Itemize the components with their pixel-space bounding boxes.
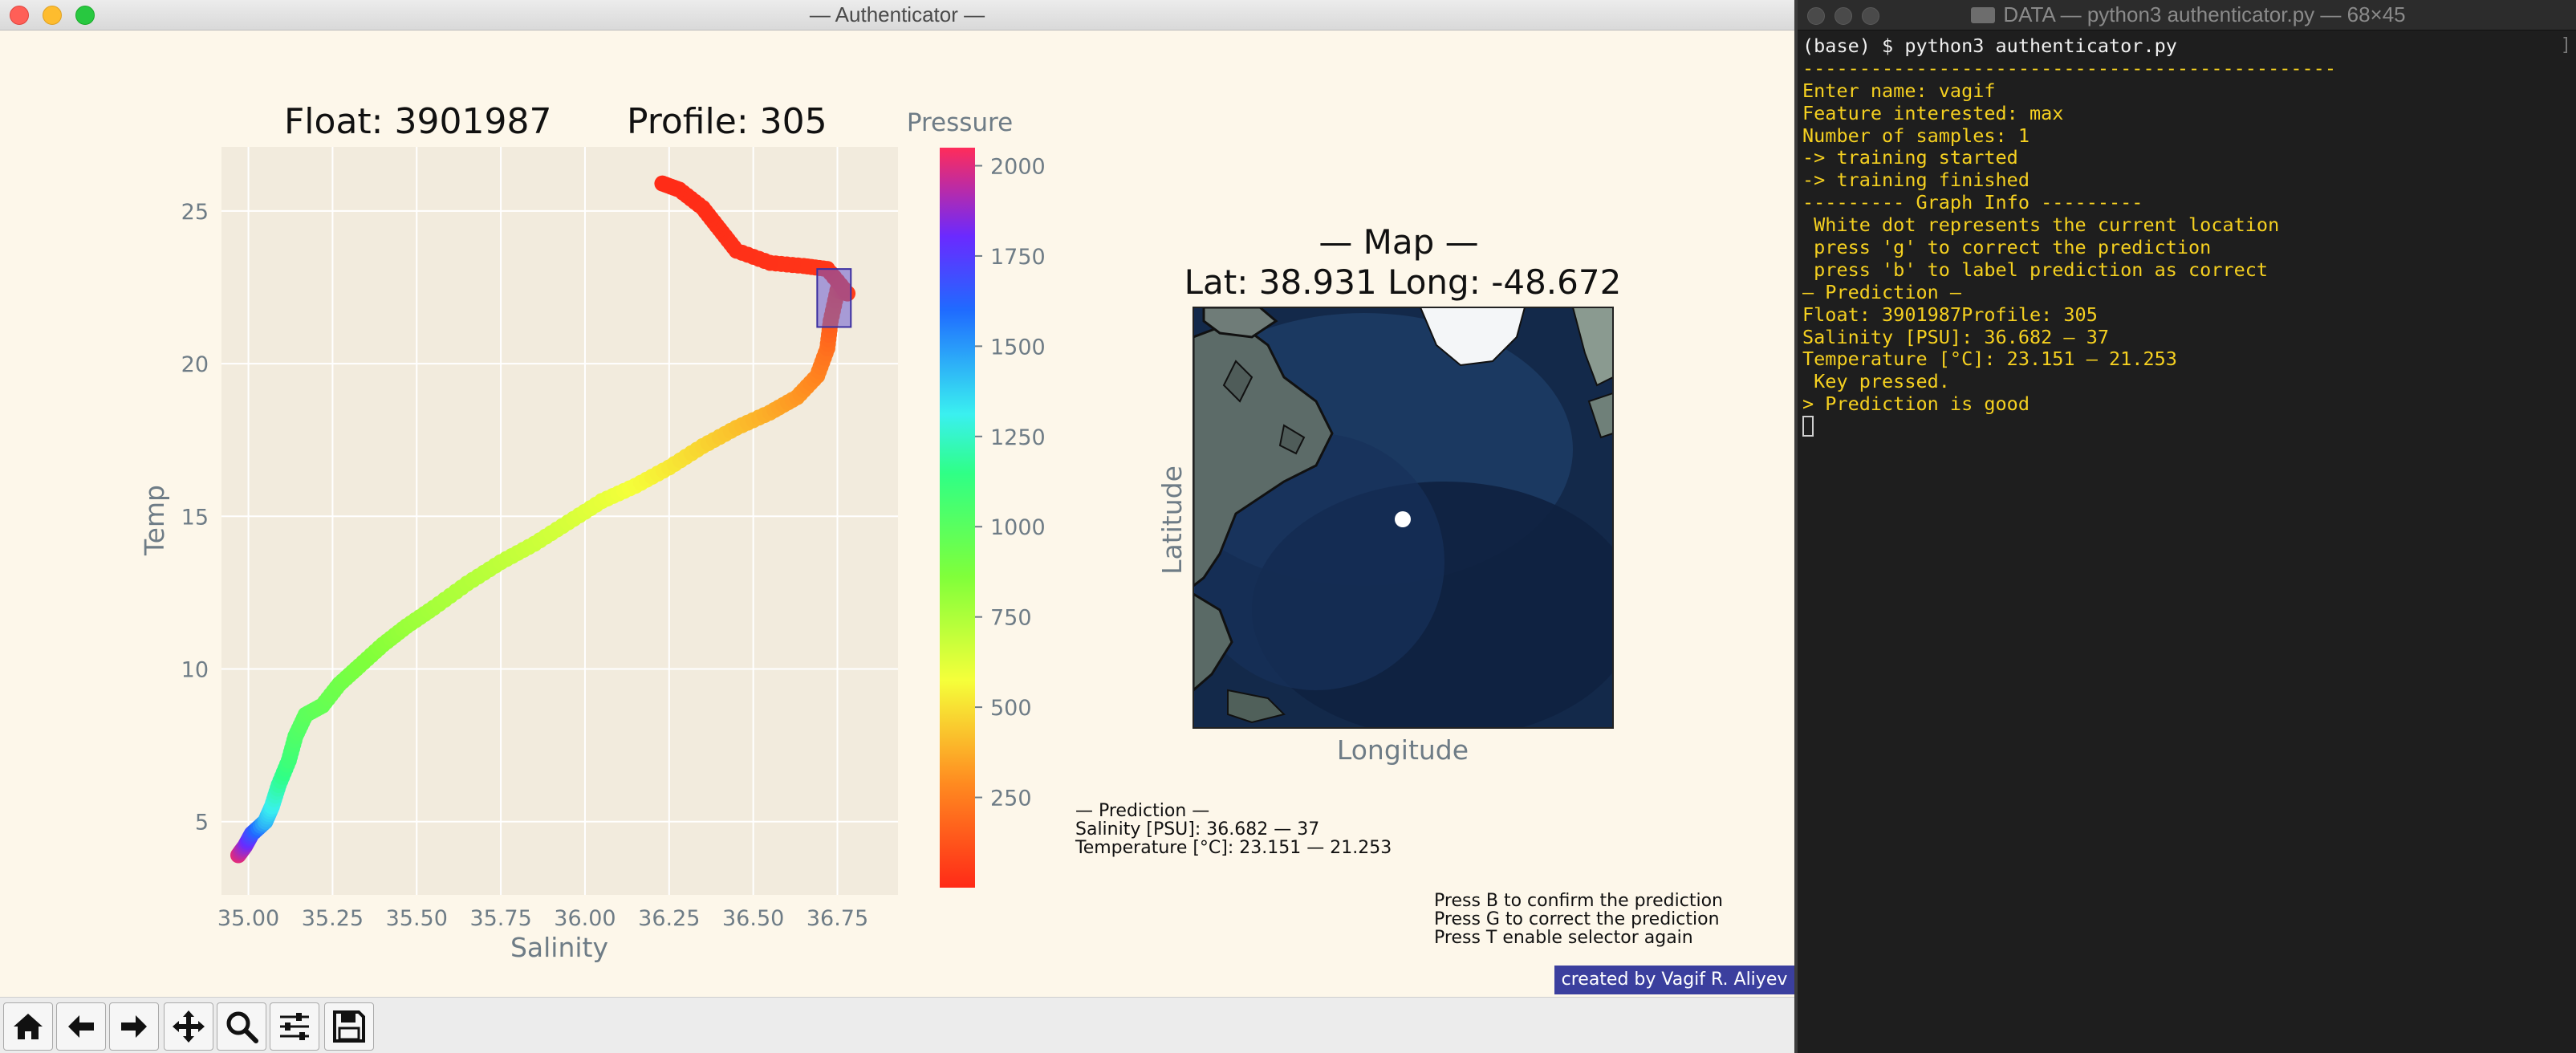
- colorbar-gradient: [940, 148, 975, 888]
- x-tick-labels: 35.00 35.25 35.50 35.75 36.00 36.25 36.50 36.75: [217, 906, 868, 931]
- colorbar-tick-label: 1000: [990, 515, 1046, 540]
- terminal-cursor: [1802, 416, 1814, 437]
- matplotlib-window: — Authenticator — 35.00 35.25 35.50 35.7…: [0, 0, 1794, 1053]
- credit-badge: created by Vagif R. Aliyev: [1554, 966, 1794, 994]
- forward-arrow-icon: [121, 1015, 147, 1038]
- y-tick-label: 10: [181, 657, 209, 682]
- prediction-heading: — Prediction —: [1075, 801, 1209, 821]
- terminal-line: --------- Graph Info ---------: [1802, 192, 2143, 214]
- plot-title-float: Float: 3901987: [284, 101, 551, 142]
- terminal-line: Feature interested: max: [1802, 102, 2064, 124]
- scatter-axes: 35.00 35.25 35.50 35.75 36.00 36.25 36.50 36.75…: [139, 101, 898, 963]
- terminal-cursor-line: [1802, 416, 2568, 438]
- colorbar-tick-label: 2000: [990, 154, 1046, 179]
- terminal-titlebar: DATA — python3 authenticator.py — 68×45: [1798, 0, 2576, 30]
- back-arrow-icon: [68, 1015, 94, 1038]
- x-tick-label: 35.00: [217, 906, 279, 931]
- navigation-toolbar: [0, 997, 1794, 1053]
- x-tick-label: 35.25: [302, 906, 364, 931]
- terminal-line: -> training started: [1802, 147, 2018, 169]
- selection-rectangle[interactable]: [816, 268, 852, 328]
- terminal-line: -> training finished: [1802, 169, 2030, 192]
- x-tick-label: 35.75: [469, 906, 531, 931]
- terminal-line: — Prediction —: [1802, 281, 1962, 303]
- zoom-icon: [226, 1011, 258, 1043]
- window-title: — Authenticator —: [809, 2, 985, 26]
- terminal-line: Key pressed.: [1802, 371, 1950, 393]
- colorbar-tick-label: 750: [990, 606, 1032, 631]
- y-tick-label: 5: [195, 811, 209, 835]
- x-tick-label: 36.00: [554, 906, 616, 931]
- y-axis-label: Temp: [139, 485, 170, 556]
- instruction-confirm: Press B to confirm the prediction: [1434, 891, 1723, 911]
- window-titlebar: — Authenticator —: [0, 0, 1794, 30]
- terminal-output: (base) $ python3 authenticator.py -------…: [1802, 35, 2568, 438]
- terminal-title-text: DATA — python3 authenticator.py — 68×45: [2003, 2, 2406, 26]
- x-axis-label: Salinity: [510, 932, 608, 963]
- prediction-text-block: — Prediction — Salinity [PSU]: 36.682 — …: [1075, 801, 1392, 858]
- map-coordinates: Lat: 38.931 Long: -48.672: [1184, 262, 1622, 302]
- y-tick-label: 20: [181, 352, 209, 377]
- pan-icon: [173, 1010, 205, 1043]
- terminal-line: Temperature [°C]: 23.151 — 21.253: [1802, 348, 2177, 371]
- home-button[interactable]: [3, 1002, 53, 1051]
- forward-button[interactable]: [109, 1002, 159, 1051]
- colorbar-tick-label: 500: [990, 696, 1032, 721]
- y-tick-label: 15: [181, 505, 209, 530]
- save-icon: [333, 1010, 365, 1043]
- instruction-selector: Press T enable selector again: [1434, 928, 1693, 948]
- figure-canvas[interactable]: 35.00 35.25 35.50 35.75 36.00 36.25 36.50 36.75…: [0, 30, 1794, 997]
- map-axes: — Map — Lat: 38.931 Long: -48.672 Longit…: [1156, 222, 1622, 766]
- x-tick-label: 36.50: [722, 906, 784, 931]
- scatter-point: [654, 175, 671, 192]
- figure-svg: 35.00 35.25 35.50 35.75 36.00 36.25 36.50 36.75…: [139, 101, 1723, 963]
- colorbar-tick-label: 250: [990, 787, 1032, 811]
- map-x-label: Longitude: [1337, 734, 1469, 766]
- colorbar-tick-labels: 2000 1750 1500 1250 1000 750 500 250: [975, 154, 1046, 811]
- prediction-salinity: Salinity [PSU]: 36.682 — 37: [1075, 819, 1319, 840]
- prediction-temperature: Temperature [°C]: 23.151 — 21.253: [1075, 838, 1392, 858]
- y-tick-labels: 5 10 15 20 25: [181, 200, 209, 835]
- folder-icon: [1971, 7, 1996, 23]
- terminal-line: Salinity [PSU]: 36.682 — 37: [1802, 326, 2110, 348]
- terminal-scroll-marker: ]: [2560, 35, 2571, 55]
- terminal-line: press 'b' to label prediction as correct: [1802, 258, 2269, 281]
- colorbar-label: Pressure: [907, 108, 1013, 137]
- zoom-button[interactable]: [217, 1002, 266, 1051]
- save-button[interactable]: [324, 1002, 374, 1051]
- map-image: [1193, 307, 1613, 728]
- terminal-title: DATA — python3 authenticator.py — 68×45: [1798, 2, 2576, 27]
- terminal-window[interactable]: DATA — python3 authenticator.py — 68×45 …: [1794, 0, 2576, 1053]
- terminal-line: Enter name: vagif: [1802, 79, 1996, 102]
- terminal-line: ----------------------------------------…: [1802, 57, 2336, 79]
- map-y-label: Latitude: [1156, 466, 1188, 575]
- back-button[interactable]: [56, 1002, 106, 1051]
- instructions-block: Press B to confirm the prediction Press …: [1434, 891, 1723, 948]
- current-location-dot: [1395, 511, 1411, 527]
- terminal-line: press 'g' to correct the prediction: [1802, 237, 2212, 259]
- plot-title-profile: Profile: 305: [627, 101, 827, 142]
- configure-subplots-button[interactable]: [270, 1002, 319, 1051]
- terminal-line: > Prediction is good: [1802, 393, 2030, 416]
- colorbar-tick-label: 1500: [990, 335, 1046, 360]
- x-tick-label: 35.50: [386, 906, 448, 931]
- terminal-line: White dot represents the current locatio…: [1802, 214, 2280, 237]
- colorbar: Pressure 2000 1750 1500 1250 1000 750 500 250: [907, 108, 1046, 888]
- terminal-line: Number of samples: 1: [1802, 124, 2030, 147]
- terminal-line: Float: 3901987Profile: 305: [1802, 303, 2098, 326]
- x-tick-label: 36.25: [638, 906, 700, 931]
- instruction-correct: Press G to correct the prediction: [1434, 909, 1720, 929]
- map-title: — Map —: [1318, 222, 1478, 262]
- configure-subplots-icon: [280, 1013, 309, 1040]
- colorbar-tick-label: 1750: [990, 245, 1046, 270]
- home-icon: [14, 1014, 43, 1039]
- pan-button[interactable]: [164, 1002, 213, 1051]
- colorbar-tick-label: 1250: [990, 425, 1046, 450]
- y-tick-label: 25: [181, 200, 209, 225]
- terminal-line: (base) $ python3 authenticator.py: [1802, 35, 2177, 57]
- x-tick-label: 36.75: [807, 906, 868, 931]
